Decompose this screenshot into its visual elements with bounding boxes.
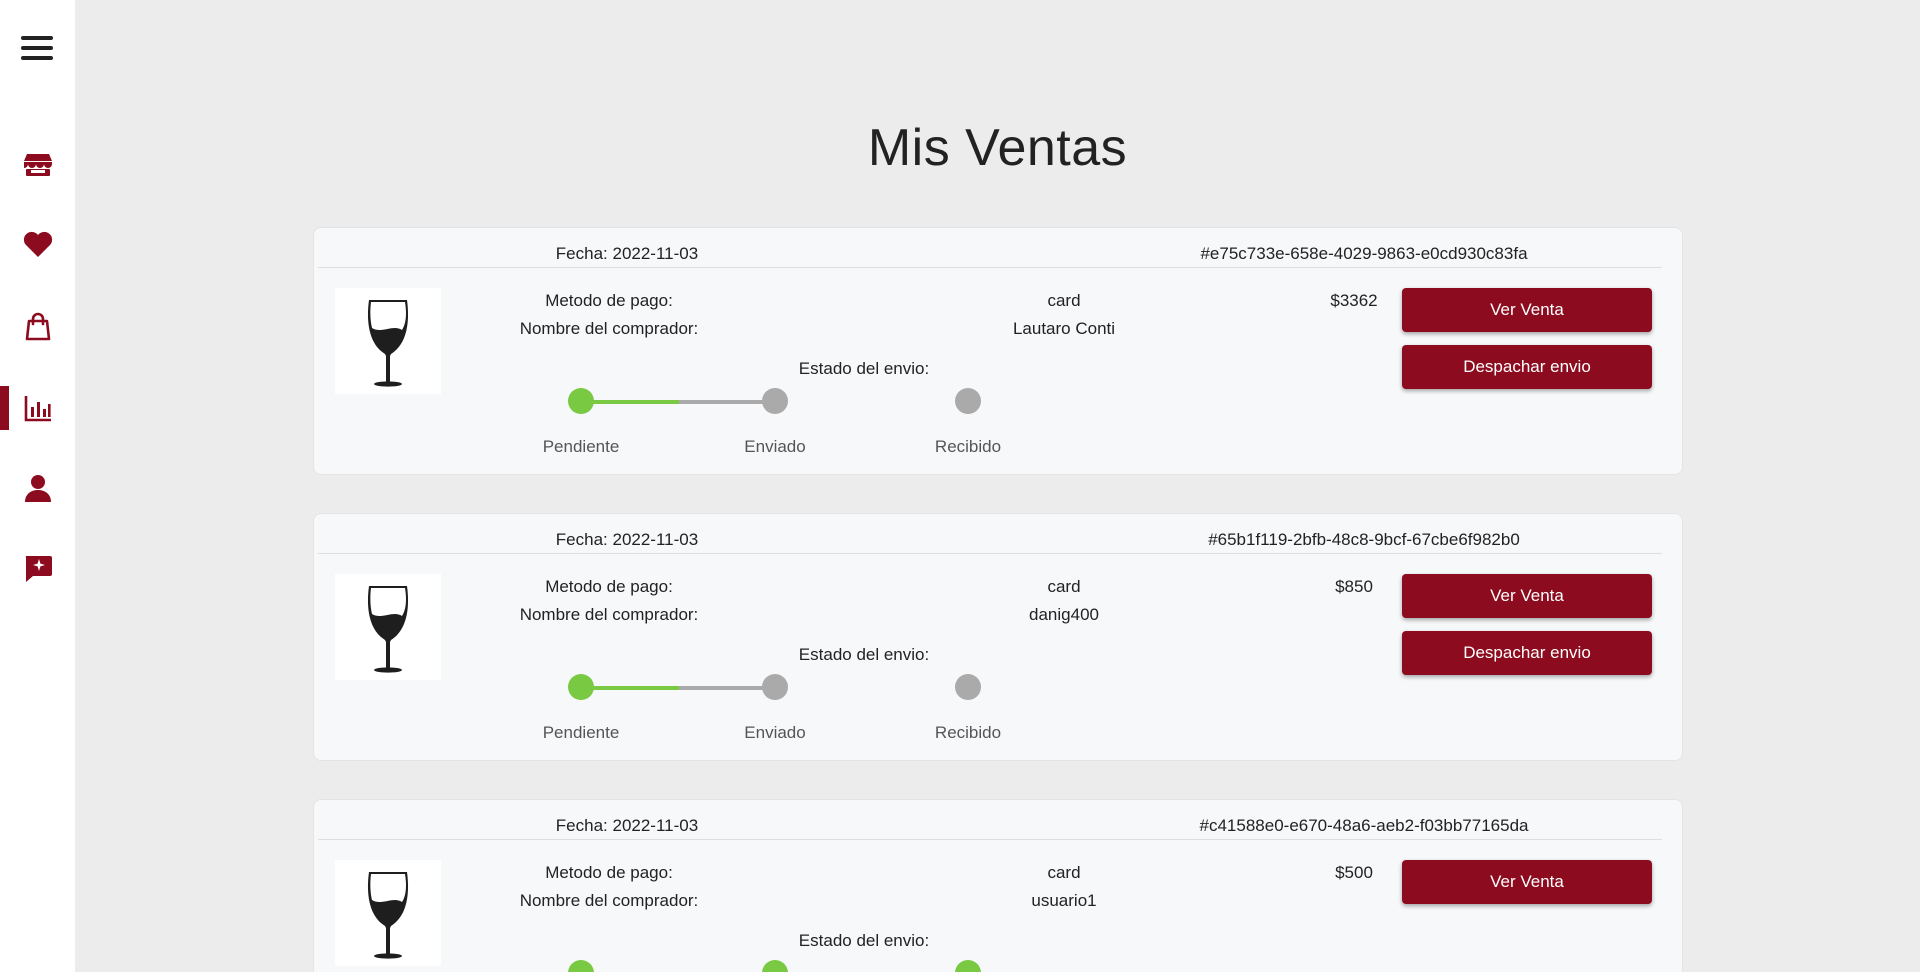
wine-glass-icon [367, 586, 409, 673]
nav-profile[interactable] [0, 466, 75, 510]
status-dot-recibido [955, 388, 981, 414]
order-id: #65b1f119-2bfb-48c8-9bcf-67cbe6f982b0 [1208, 530, 1520, 549]
view-sale-button[interactable]: Ver Venta [1402, 860, 1652, 904]
status-dot-pendiente [568, 388, 594, 414]
nav-store[interactable] [0, 142, 75, 186]
wine-glass-icon [367, 300, 409, 387]
sale-card: Fecha: 2022-11-03 #e75c733e-658e-4029-98… [313, 227, 1683, 475]
buyer-name-label: Nombre del comprador: [519, 891, 699, 910]
sale-card: Fecha: 2022-11-03 #c41588e0-e670-48a6-ae… [313, 799, 1683, 972]
user-icon [24, 475, 51, 502]
payment-method-label: Metodo de pago: [545, 863, 673, 882]
dispatch-shipment-button[interactable]: Despachar envio [1402, 345, 1652, 389]
status-track [581, 400, 777, 404]
dispatch-shipment-button[interactable]: Despachar envio [1402, 631, 1652, 675]
payment-method-label: Metodo de pago: [545, 577, 673, 596]
wine-glass-icon [367, 872, 409, 959]
payment-method-label: Metodo de pago: [545, 291, 673, 310]
status-dot-pendiente [568, 960, 594, 972]
status-dot-recibido [955, 674, 981, 700]
hamburger-menu-icon[interactable] [21, 36, 53, 66]
product-thumbnail [335, 288, 441, 394]
status-dot-enviado [762, 674, 788, 700]
bar-chart-icon [24, 396, 51, 422]
status-segment-1 [581, 400, 679, 404]
nav-favorites[interactable] [0, 222, 75, 266]
status-dot-recibido [955, 960, 981, 972]
sale-date: Fecha: 2022-11-03 [555, 244, 699, 263]
status-dot-pendiente [568, 674, 594, 700]
page-title: Mis Ventas [867, 119, 1128, 177]
heart-icon [23, 231, 52, 257]
feedback-icon [25, 556, 52, 582]
product-thumbnail [335, 574, 441, 680]
view-sale-button[interactable]: Ver Venta [1402, 574, 1652, 618]
nav-purchases[interactable] [0, 304, 75, 348]
product-thumbnail [335, 860, 441, 966]
status-dot-enviado [762, 388, 788, 414]
nav-feedback[interactable] [0, 546, 75, 590]
status-track [581, 686, 777, 690]
view-sale-button[interactable]: Ver Venta [1402, 288, 1652, 332]
nav-sales[interactable] [0, 386, 75, 430]
sale-date: Fecha: 2022-11-03 [555, 816, 699, 835]
buyer-name-label: Nombre del comprador: [519, 319, 699, 338]
sale-card: Fecha: 2022-11-03 #65b1f119-2bfb-48c8-9b… [313, 513, 1683, 761]
order-id: #e75c733e-658e-4029-9863-e0cd930c83fa [1200, 244, 1528, 263]
order-id: #c41588e0-e670-48a6-aeb2-f03bb77165da [1199, 816, 1529, 835]
shopping-bag-icon [25, 312, 50, 341]
buyer-name-label: Nombre del comprador: [519, 605, 699, 624]
sale-date: Fecha: 2022-11-03 [555, 530, 699, 549]
status-dot-enviado [762, 960, 788, 972]
status-segment-1 [581, 686, 679, 690]
sidebar [0, 0, 75, 972]
store-icon [23, 154, 52, 176]
